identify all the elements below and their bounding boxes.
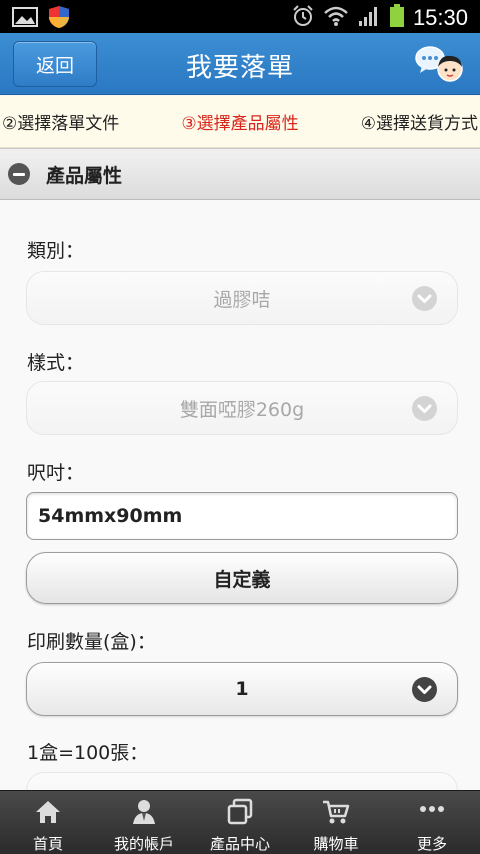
bottom-nav: 首頁 我的帳戶 產品中心 購物車 更多 xyxy=(0,790,480,854)
nav-cart-label: 購物車 xyxy=(313,835,359,853)
nav-cart[interactable]: 購物車 xyxy=(288,791,384,854)
nav-more-label: 更多 xyxy=(416,835,447,853)
step-select-delivery[interactable]: ④選擇送貨方式 xyxy=(361,109,478,134)
steps-bar: ②選擇落單文件 ③選擇產品屬性 ④選擇送貨方式 xyxy=(0,96,480,148)
style-label: 樣式： xyxy=(27,352,85,374)
cart-icon xyxy=(323,800,350,824)
style-select[interactable]: 雙面啞膠260g xyxy=(26,381,458,435)
category-value: 過膠咭 xyxy=(213,288,271,311)
nav-products-label: 產品中心 xyxy=(209,835,270,853)
nav-more[interactable]: 更多 xyxy=(384,791,480,854)
product-attributes-form: 類別： 過膠咭 樣式： 雙面啞膠260g 呎吋： 54mmx90mm 自定義 印… xyxy=(0,200,480,790)
page-title: 我要落單 xyxy=(185,53,294,83)
quantity-label: 印刷數量(盒)： xyxy=(27,631,156,653)
step-select-attributes[interactable]: ③選擇產品屬性 xyxy=(181,109,298,134)
chevron-down-icon xyxy=(412,286,437,311)
user-icon xyxy=(133,800,155,824)
signal-icon xyxy=(357,5,381,31)
quantity-value: 1 xyxy=(235,678,249,700)
home-icon xyxy=(36,801,60,823)
size-label: 呎吋： xyxy=(27,462,85,484)
nav-home[interactable]: 首頁 xyxy=(0,791,96,854)
status-bar: 15:30 xyxy=(0,0,480,33)
alarm-icon xyxy=(291,4,315,32)
nav-account[interactable]: 我的帳戶 xyxy=(96,791,192,854)
shield-icon xyxy=(48,5,70,33)
status-time: 15:30 xyxy=(412,5,468,30)
category-select[interactable]: 過膠咭 xyxy=(26,271,458,325)
custom-size-button[interactable]: 自定義 xyxy=(26,552,458,604)
next-select-partial[interactable] xyxy=(26,772,458,790)
more-icon xyxy=(420,806,444,812)
box-note-label: 1盒=100張： xyxy=(27,742,149,764)
quantity-select[interactable]: 1 xyxy=(26,662,458,716)
wifi-icon xyxy=(323,5,349,31)
section-header-product-attributes[interactable]: 產品屬性 xyxy=(0,148,480,200)
nav-account-label: 我的帳戶 xyxy=(113,835,174,853)
app-header: 返回 我要落單 xyxy=(0,33,480,95)
collapse-icon xyxy=(8,163,30,185)
chevron-down-icon xyxy=(412,396,437,421)
chat-avatar-icon[interactable] xyxy=(414,43,466,87)
nav-products[interactable]: 產品中心 xyxy=(192,791,288,854)
section-title: 產品屬性 xyxy=(46,164,123,187)
style-value: 雙面啞膠260g xyxy=(179,398,305,421)
image-icon xyxy=(12,7,38,31)
product-icon xyxy=(227,798,253,825)
category-label: 類別： xyxy=(27,240,85,262)
size-input[interactable]: 54mmx90mm xyxy=(26,492,458,540)
step-select-document[interactable]: ②選擇落單文件 xyxy=(2,109,119,134)
nav-home-label: 首頁 xyxy=(32,835,63,853)
chevron-down-icon xyxy=(412,677,437,702)
battery-icon xyxy=(389,4,405,32)
